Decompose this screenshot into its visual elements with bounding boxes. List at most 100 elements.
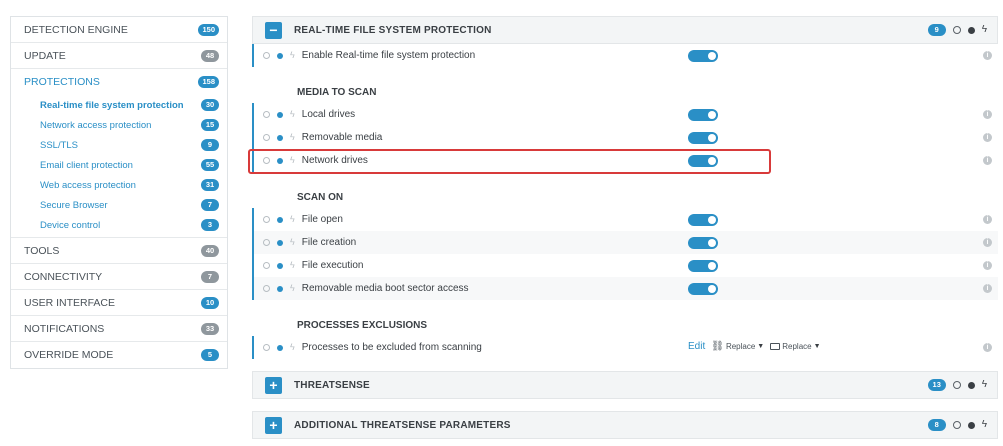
setting-label: Network drives (301, 155, 368, 166)
sidebar-item-connectivity[interactable]: CONNECTIVITY 7 (11, 264, 227, 290)
file-open-toggle[interactable] (688, 214, 718, 226)
force-icon[interactable]: ϟ (290, 284, 295, 293)
force-icon[interactable]: ϟ (290, 51, 295, 60)
policy-apply-icon[interactable] (277, 157, 283, 164)
sidebar-item-user-interface[interactable]: USER INTERFACE 10 (11, 290, 227, 316)
sidebar-subitem-network-access-protection[interactable]: Network access protection 15 (11, 115, 227, 135)
force-icon[interactable]: ϟ (290, 215, 295, 224)
count-badge: 13 (927, 379, 946, 391)
force-icon[interactable]: ϟ (290, 238, 295, 247)
setting-label: File execution (301, 260, 364, 271)
policy-none-icon[interactable] (952, 26, 961, 34)
protections-submenu: Real-time file system protection 30 Netw… (11, 95, 227, 238)
sidebar-item-detection-engine[interactable]: DETECTION ENGINE 150 (11, 17, 227, 43)
sidebar-item-label: DETECTION ENGINE (24, 23, 128, 36)
policy-apply-icon[interactable] (277, 239, 283, 246)
policy-none-icon[interactable] (263, 285, 270, 292)
policy-none-icon[interactable] (263, 157, 270, 164)
sidebar-subitem-secure-browser[interactable]: Secure Browser 7 (11, 195, 227, 215)
count-badge: 7 (201, 199, 219, 211)
force-icon[interactable]: ϟ (290, 110, 295, 119)
network-drives-toggle[interactable] (688, 155, 718, 167)
force-icon[interactable]: ϟ (290, 156, 295, 165)
sidebar-item-label: USER INTERFACE (24, 296, 116, 309)
info-icon[interactable]: i (983, 343, 992, 352)
info-icon[interactable]: i (983, 284, 992, 293)
boot-sector-toggle[interactable] (688, 283, 718, 295)
section-header-status: 8 ϟ (927, 419, 987, 431)
setting-row-file-creation: ϟ File creation i (252, 231, 998, 254)
setting-label: Removable media boot sector access (301, 283, 469, 294)
sidebar-subitem-label: Device control (40, 219, 101, 231)
policy-apply-icon[interactable] (277, 52, 283, 59)
policy-apply-icon[interactable] (277, 134, 283, 141)
edit-link[interactable]: Edit (688, 341, 705, 352)
policy-apply-icon[interactable] (277, 262, 283, 269)
enable-realtime-toggle[interactable] (688, 50, 718, 62)
subsection-heading: SCAN ON (297, 191, 344, 203)
replace-computer-dropdown[interactable]: Replace ▼ (770, 342, 821, 351)
removable-media-toggle[interactable] (688, 132, 718, 144)
sidebar-subitem-ssl-tls[interactable]: SSL/TLS 9 (11, 135, 227, 155)
local-drives-toggle[interactable] (688, 109, 718, 121)
count-badge: 31 (201, 179, 219, 191)
count-badge: 15 (201, 119, 219, 131)
section-title: REAL-TIME FILE SYSTEM PROTECTION (294, 24, 492, 36)
policy-none-icon[interactable] (952, 421, 961, 429)
force-icon[interactable]: ϟ (982, 25, 987, 35)
sidebar-item-override-mode[interactable]: OVERRIDE MODE 5 (11, 342, 227, 368)
expand-button[interactable]: + (265, 416, 282, 434)
sidebar-item-protections[interactable]: PROTECTIONS 158 (11, 69, 227, 95)
info-icon[interactable]: i (983, 133, 992, 142)
policy-apply-icon[interactable] (967, 26, 975, 34)
policy-apply-icon[interactable] (277, 216, 283, 223)
replace-network-dropdown[interactable]: ⛓ Replace ▼ (711, 341, 764, 352)
info-icon[interactable]: i (983, 110, 992, 119)
file-execution-toggle[interactable] (688, 260, 718, 272)
collapse-button[interactable]: − (265, 21, 282, 39)
section-header-status: 13 ϟ (927, 379, 987, 391)
count-badge: 5 (201, 349, 219, 361)
setting-row-enable-realtime: ϟ Enable Real-time file system protectio… (252, 44, 998, 67)
sidebar-item-tools[interactable]: TOOLS 40 (11, 238, 227, 264)
policy-apply-icon[interactable] (277, 285, 283, 292)
file-creation-toggle[interactable] (688, 237, 718, 249)
info-icon[interactable]: i (983, 51, 992, 60)
policy-none-icon[interactable] (263, 52, 270, 59)
subsection-heading: PROCESSES EXCLUSIONS (297, 319, 428, 331)
policy-none-icon[interactable] (263, 111, 270, 118)
sidebar-subitem-device-control[interactable]: Device control 3 (11, 215, 227, 235)
policy-none-icon[interactable] (263, 344, 270, 351)
force-icon[interactable]: ϟ (290, 133, 295, 142)
info-icon[interactable]: i (983, 215, 992, 224)
policy-none-icon[interactable] (263, 134, 270, 141)
policy-none-icon[interactable] (952, 381, 961, 389)
policy-none-icon[interactable] (263, 239, 270, 246)
policy-none-icon[interactable] (263, 216, 270, 223)
sidebar-item-notifications[interactable]: NOTIFICATIONS 33 (11, 316, 227, 342)
sidebar-item-label: PROTECTIONS (24, 76, 100, 88)
setting-row-file-open: ϟ File open i (252, 208, 998, 231)
force-icon[interactable]: ϟ (982, 420, 987, 430)
policy-none-icon[interactable] (263, 262, 270, 269)
policy-apply-icon[interactable] (277, 111, 283, 118)
count-badge: 150 (198, 23, 219, 36)
force-icon[interactable]: ϟ (982, 380, 987, 390)
count-badge: 33 (201, 322, 219, 335)
sidebar-item-update[interactable]: UPDATE 48 (11, 43, 227, 69)
sidebar-subitem-web-access-protection[interactable]: Web access protection 31 (11, 175, 227, 195)
force-icon[interactable]: ϟ (290, 261, 295, 270)
policy-apply-icon[interactable] (967, 381, 975, 389)
info-icon[interactable]: i (983, 238, 992, 247)
force-icon[interactable]: ϟ (290, 343, 295, 352)
policy-apply-icon[interactable] (277, 344, 283, 351)
sidebar-subitem-email-client-protection[interactable]: Email client protection 55 (11, 155, 227, 175)
expand-button[interactable]: + (265, 376, 282, 394)
info-icon[interactable]: i (983, 156, 992, 165)
sidebar-subitem-realtime-protection[interactable]: Real-time file system protection 30 (11, 95, 227, 115)
setting-row-local-drives: ϟ Local drives i (252, 103, 998, 126)
section-header-realtime-protection: − REAL-TIME FILE SYSTEM PROTECTION 9 ϟ (252, 16, 998, 44)
policy-apply-icon[interactable] (967, 421, 975, 429)
exclusion-actions: Edit ⛓ Replace ▼ Replace ▼ (688, 341, 821, 352)
info-icon[interactable]: i (983, 261, 992, 270)
